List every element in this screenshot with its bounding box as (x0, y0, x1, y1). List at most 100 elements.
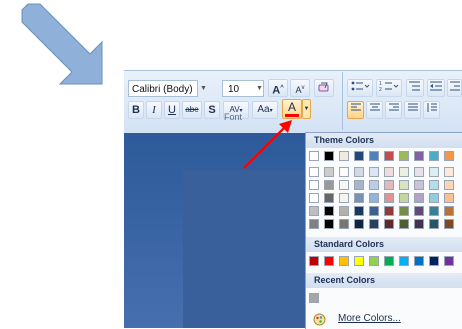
theme-shade-swatch[interactable] (339, 167, 349, 177)
align-right-icon (388, 103, 399, 111)
bullets-button[interactable] (347, 79, 373, 97)
align-center-button[interactable] (366, 101, 383, 119)
theme-shade-swatch[interactable] (384, 180, 394, 190)
theme-shade-swatch[interactable] (444, 206, 454, 216)
theme-color-swatch[interactable] (309, 151, 319, 161)
theme-shade-swatch[interactable] (414, 180, 424, 190)
decrease-indent-button[interactable] (427, 79, 445, 97)
font-name-box[interactable]: Calibri (Body) (128, 80, 198, 97)
increase-indent-button[interactable] (447, 79, 462, 97)
theme-shade-swatch[interactable] (354, 167, 364, 177)
align-left-button[interactable] (347, 101, 364, 119)
theme-shade-swatch[interactable] (429, 193, 439, 203)
standard-colors-header: Standard Colors (306, 237, 462, 252)
align-right-button[interactable] (385, 101, 402, 119)
theme-shade-swatch[interactable] (324, 180, 334, 190)
theme-shade-swatch[interactable] (354, 219, 364, 229)
multilevel-list-icon (409, 81, 420, 91)
theme-color-swatch[interactable] (339, 151, 349, 161)
red-pointer-arrow (243, 120, 292, 169)
theme-shade-swatch[interactable] (414, 167, 424, 177)
theme-shade-swatch[interactable] (369, 206, 379, 216)
theme-shade-swatch[interactable] (369, 193, 379, 203)
align-left-icon (350, 103, 361, 111)
theme-shade-swatch[interactable] (414, 206, 424, 216)
theme-shade-swatch[interactable] (369, 167, 379, 177)
theme-color-swatch[interactable] (429, 151, 439, 161)
theme-shade-swatch[interactable] (339, 206, 349, 216)
standard-color-swatch[interactable] (309, 256, 319, 266)
standard-color-swatch[interactable] (399, 256, 409, 266)
theme-shade-swatch[interactable] (309, 167, 319, 177)
theme-shade-swatch[interactable] (414, 193, 424, 203)
theme-shade-swatch[interactable] (309, 180, 319, 190)
standard-color-swatch[interactable] (324, 256, 334, 266)
justify-button[interactable] (404, 101, 421, 119)
theme-shade-swatch[interactable] (414, 219, 424, 229)
standard-color-swatch[interactable] (339, 256, 349, 266)
theme-shade-swatch[interactable] (444, 180, 454, 190)
standard-color-swatch[interactable] (354, 256, 364, 266)
theme-color-swatch[interactable] (384, 151, 394, 161)
theme-color-swatch[interactable] (399, 151, 409, 161)
theme-shade-swatch[interactable] (444, 193, 454, 203)
theme-shade-swatch[interactable] (399, 193, 409, 203)
theme-shade-swatch[interactable] (429, 219, 439, 229)
svg-text:2: 2 (379, 87, 382, 92)
theme-shade-swatch[interactable] (369, 219, 379, 229)
theme-shade-swatch[interactable] (354, 206, 364, 216)
theme-shade-swatch[interactable] (399, 167, 409, 177)
clear-formatting-button[interactable] (314, 79, 334, 97)
theme-shade-swatch[interactable] (384, 219, 394, 229)
theme-shade-swatch[interactable] (399, 219, 409, 229)
theme-shade-swatch[interactable] (399, 206, 409, 216)
theme-shade-swatch[interactable] (429, 206, 439, 216)
theme-color-swatch[interactable] (354, 151, 364, 161)
justify-icon (407, 103, 418, 111)
numbering-button[interactable]: 1 2 (376, 79, 402, 97)
pointer-arrow-graphic (21, 3, 103, 85)
color-wheel-icon (313, 313, 326, 326)
theme-shade-swatch[interactable] (384, 193, 394, 203)
multilevel-list-button[interactable] (406, 79, 424, 97)
theme-shade-swatch[interactable] (354, 193, 364, 203)
theme-shade-swatch[interactable] (324, 206, 334, 216)
standard-color-swatch[interactable] (384, 256, 394, 266)
theme-shade-swatch[interactable] (384, 167, 394, 177)
theme-colors-header: Theme Colors (306, 133, 462, 148)
shrink-font-button[interactable]: Av (290, 79, 310, 97)
grow-font-button[interactable]: A^ (268, 79, 288, 97)
theme-shade-swatch[interactable] (339, 219, 349, 229)
font-group-label: Font (223, 112, 242, 122)
document-page[interactable] (183, 170, 310, 328)
standard-color-swatch[interactable] (414, 256, 424, 266)
theme-shade-swatch[interactable] (324, 167, 334, 177)
theme-shade-swatch[interactable] (444, 167, 454, 177)
font-size-dropdown-icon[interactable]: ▼ (256, 85, 263, 92)
theme-shade-swatch[interactable] (309, 193, 319, 203)
theme-color-swatch[interactable] (444, 151, 454, 161)
standard-color-swatch[interactable] (444, 256, 454, 266)
theme-shade-swatch[interactable] (429, 180, 439, 190)
theme-color-swatch[interactable] (369, 151, 379, 161)
standard-color-swatch[interactable] (429, 256, 439, 266)
theme-shade-swatch[interactable] (429, 167, 439, 177)
theme-shade-swatch[interactable] (354, 180, 364, 190)
recent-color-swatch[interactable] (309, 293, 319, 303)
theme-shade-swatch[interactable] (324, 193, 334, 203)
font-size-value: 10 (228, 84, 240, 95)
theme-shade-swatch[interactable] (339, 180, 349, 190)
theme-shade-swatch[interactable] (399, 180, 409, 190)
theme-shade-swatch[interactable] (309, 206, 319, 216)
theme-shade-swatch[interactable] (384, 206, 394, 216)
font-name-dropdown-icon[interactable]: ▼ (200, 85, 207, 92)
theme-color-swatch[interactable] (324, 151, 334, 161)
line-spacing-button[interactable] (423, 101, 440, 119)
standard-color-swatch[interactable] (369, 256, 379, 266)
theme-shade-swatch[interactable] (309, 219, 319, 229)
theme-shade-swatch[interactable] (444, 219, 454, 229)
theme-shade-swatch[interactable] (324, 219, 334, 229)
theme-color-swatch[interactable] (414, 151, 424, 161)
theme-shade-swatch[interactable] (369, 180, 379, 190)
theme-shade-swatch[interactable] (339, 193, 349, 203)
